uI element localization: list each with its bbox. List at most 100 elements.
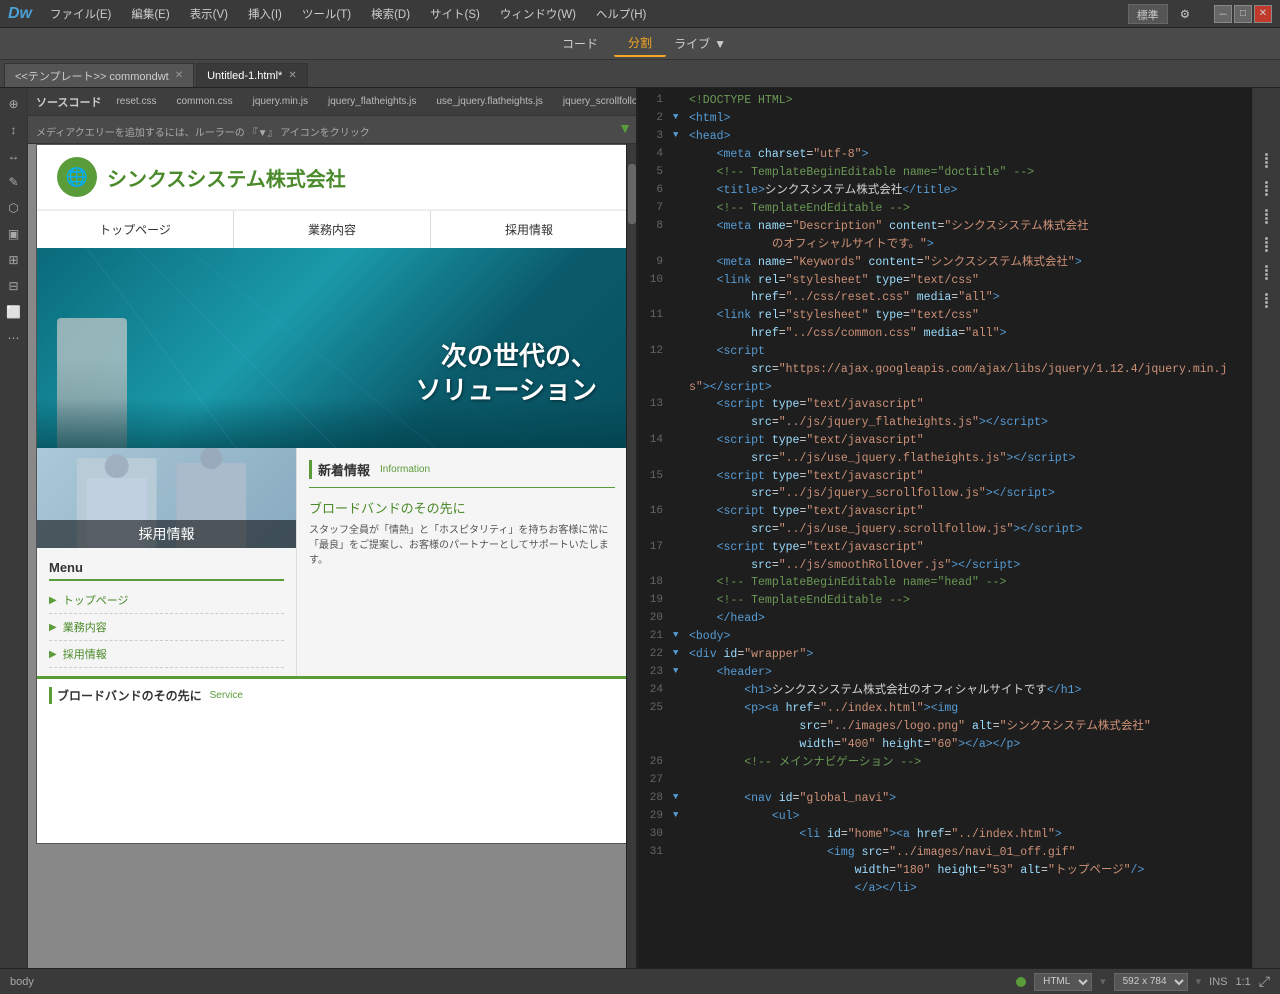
file-tab-jquery[interactable]: jquery.min.js <box>248 94 313 109</box>
tab-untitled-close[interactable]: ✕ <box>288 70 296 81</box>
rsidebar-icon-2[interactable] <box>1255 176 1279 200</box>
menu-window[interactable]: ウィンドウ(W) <box>496 4 580 24</box>
line-num-19: 19 <box>638 592 673 609</box>
live-dropdown-arrow: ▼ <box>714 37 726 51</box>
line-content-20: </head> <box>689 610 1252 628</box>
line-arrow-18 <box>673 574 689 575</box>
tab-untitled[interactable]: Untitled-1.html* ✕ <box>196 63 308 87</box>
menu-help[interactable]: ヘルプ(H) <box>592 4 650 24</box>
menu-arrow-top: ▶ <box>49 595 57 606</box>
settings-icon[interactable]: ⚙ <box>1176 5 1194 23</box>
news-subtitle: Information <box>380 464 430 475</box>
status-right: HTML ▾ 592 x 784 ▾ INS 1:1 ⤢ <box>1016 973 1270 991</box>
code-area[interactable]: 1 <!DOCTYPE HTML> 2 ▼ <html> 3 ▼ <head> … <box>638 88 1252 968</box>
line-arrow-29[interactable]: ▼ <box>673 808 689 823</box>
sidebar-icon-insert[interactable]: ⊕ <box>2 92 26 116</box>
menu-arrow-business: ▶ <box>49 622 57 633</box>
line-num-11: 11 <box>638 307 673 324</box>
rsidebar-icon-5[interactable] <box>1255 260 1279 284</box>
line-content-11: <link rel="stylesheet" type="text/css" h… <box>689 307 1252 343</box>
sidebar-icon-more[interactable]: ⋯ <box>2 326 26 350</box>
line-arrow-21[interactable]: ▼ <box>673 628 689 643</box>
sidebar-icon-arrow[interactable]: ↕ <box>2 118 26 142</box>
sidebar-icon-media[interactable]: ⬡ <box>2 196 26 220</box>
app-logo: Dw <box>8 5 32 23</box>
design-scrollbar[interactable] <box>626 144 636 968</box>
right-sidebar <box>1252 88 1280 968</box>
sidebar-icon-draw[interactable]: ✎ <box>2 170 26 194</box>
view-toolbar: コード 分割 ライブ ▼ <box>0 28 1280 60</box>
file-tab-common[interactable]: common.css <box>171 94 237 109</box>
line-num-24: 24 <box>638 682 673 699</box>
file-tab-scrollfollow[interactable]: jquery_scrollfollow.js <box>558 94 636 109</box>
code-line-30: 30 <li id="home"><a href="../index.html"… <box>638 826 1252 844</box>
ruler-add-media-query[interactable]: ▼ <box>618 120 632 136</box>
maximize-icon[interactable]: ⤢ <box>1259 973 1270 990</box>
line-content-14: <script type="text/javascript" src="../j… <box>689 432 1252 468</box>
menu-tools[interactable]: ツール(T) <box>298 4 355 24</box>
line-arrow-2[interactable]: ▼ <box>673 110 689 125</box>
tab-template[interactable]: <<テンプレート>> commondwt ✕ <box>4 63 194 87</box>
rsidebar-icon-6[interactable] <box>1255 288 1279 312</box>
minimize-button[interactable]: － <box>1214 5 1232 23</box>
file-tab-reset[interactable]: reset.css <box>111 94 161 109</box>
line-num-31: 31 <box>638 844 673 861</box>
code-line-2: 2 ▼ <html> <box>638 110 1252 128</box>
hero-text-line2: ソリューション <box>416 375 597 405</box>
code-view-button[interactable]: コード <box>548 31 612 56</box>
nav-top[interactable]: トップページ <box>37 211 234 248</box>
menu-view[interactable]: 表示(V) <box>186 4 232 24</box>
status-bar: body HTML ▾ 592 x 784 ▾ INS 1:1 ⤢ <box>0 968 1280 994</box>
nav-recruit[interactable]: 採用情報 <box>431 211 627 248</box>
workspace-dropdown[interactable]: 標準 <box>1128 4 1168 24</box>
live-view-dropdown[interactable]: ライブ ▼ <box>668 31 732 56</box>
code-line-18: 18 <!-- TemplateBeginEditable name="head… <box>638 574 1252 592</box>
sidebar-icon-jquery[interactable]: ⬜ <box>2 300 26 324</box>
line-content-24: <h1>シンクスシステム株式会社のオフィシャルサイトです</h1> <box>689 682 1252 700</box>
line-arrow-8 <box>673 218 689 219</box>
menu-search[interactable]: 検索(D) <box>367 4 414 24</box>
sidebar-icon-table[interactable]: ⊞ <box>2 248 26 272</box>
line-content-30: <li id="home"><a href="../index.html"> <box>689 826 1252 844</box>
design-preview[interactable]: 🌐 シンクスシステム株式会社 トップページ 業務内容 採用情報 <box>28 144 636 968</box>
menu-edit[interactable]: 編集(E) <box>127 4 173 24</box>
rsidebar-icon-4[interactable] <box>1255 232 1279 256</box>
news-headline[interactable]: ブロードバンドのその先に <box>309 498 615 517</box>
menu-insert[interactable]: 挿入(I) <box>244 4 286 24</box>
hero-image: 次の世代の、 ソリューション <box>37 248 627 448</box>
left-content: 採用情報 Menu ▶ トップページ ▶ 業務内容 <box>37 448 297 676</box>
tab-template-close[interactable]: ✕ <box>175 70 183 81</box>
line-arrow-23[interactable]: ▼ <box>673 664 689 679</box>
line-num-4: 4 <box>638 146 673 163</box>
dimensions-dropdown[interactable]: 592 x 784 <box>1114 973 1188 991</box>
close-button[interactable]: ✕ <box>1254 5 1272 23</box>
file-type-dropdown[interactable]: HTML <box>1034 973 1092 991</box>
line-arrow-3[interactable]: ▼ <box>673 128 689 143</box>
line-arrow-28[interactable]: ▼ <box>673 790 689 805</box>
menu-link-top[interactable]: ▶ トップページ <box>49 587 284 614</box>
split-view-button[interactable]: 分割 <box>614 30 666 57</box>
file-tab-flatheights[interactable]: jquery_flatheights.js <box>323 94 421 109</box>
rsidebar-icon-3[interactable] <box>1255 204 1279 228</box>
nav-business[interactable]: 業務内容 <box>234 211 431 248</box>
line-arrow-22[interactable]: ▼ <box>673 646 689 661</box>
sidebar-icon-spry[interactable]: ⊟ <box>2 274 26 298</box>
maximize-button[interactable]: □ <box>1234 5 1252 23</box>
sidebar-icon-form[interactable]: ▣ <box>2 222 26 246</box>
file-tab-use-flatheights[interactable]: use_jquery.flatheights.js <box>431 94 548 109</box>
line-content-2: <html> <box>689 110 1252 128</box>
menu-file[interactable]: ファイル(E) <box>46 4 115 24</box>
menu-site[interactable]: サイト(S) <box>426 4 484 24</box>
news-header: 新着情報 Information <box>309 460 615 479</box>
sidebar-icon-arrow2[interactable]: ↔ <box>2 144 26 168</box>
design-scrollbar-thumb[interactable] <box>628 164 636 224</box>
menu-link-recruit[interactable]: ▶ 採用情報 <box>49 641 284 668</box>
line-arrow-5 <box>673 164 689 165</box>
line-content-6: <title>シンクスシステム株式会社</title> <box>689 182 1252 200</box>
status-green-dot <box>1016 977 1026 987</box>
rsidebar-icon-1[interactable] <box>1255 148 1279 172</box>
line-content-15: <script type="text/javascript" src="../j… <box>689 468 1252 504</box>
line-content-28: <nav id="global_navi"> <box>689 790 1252 808</box>
menu-link-business[interactable]: ▶ 業務内容 <box>49 614 284 641</box>
content-row: 採用情報 Menu ▶ トップページ ▶ 業務内容 <box>37 448 627 676</box>
